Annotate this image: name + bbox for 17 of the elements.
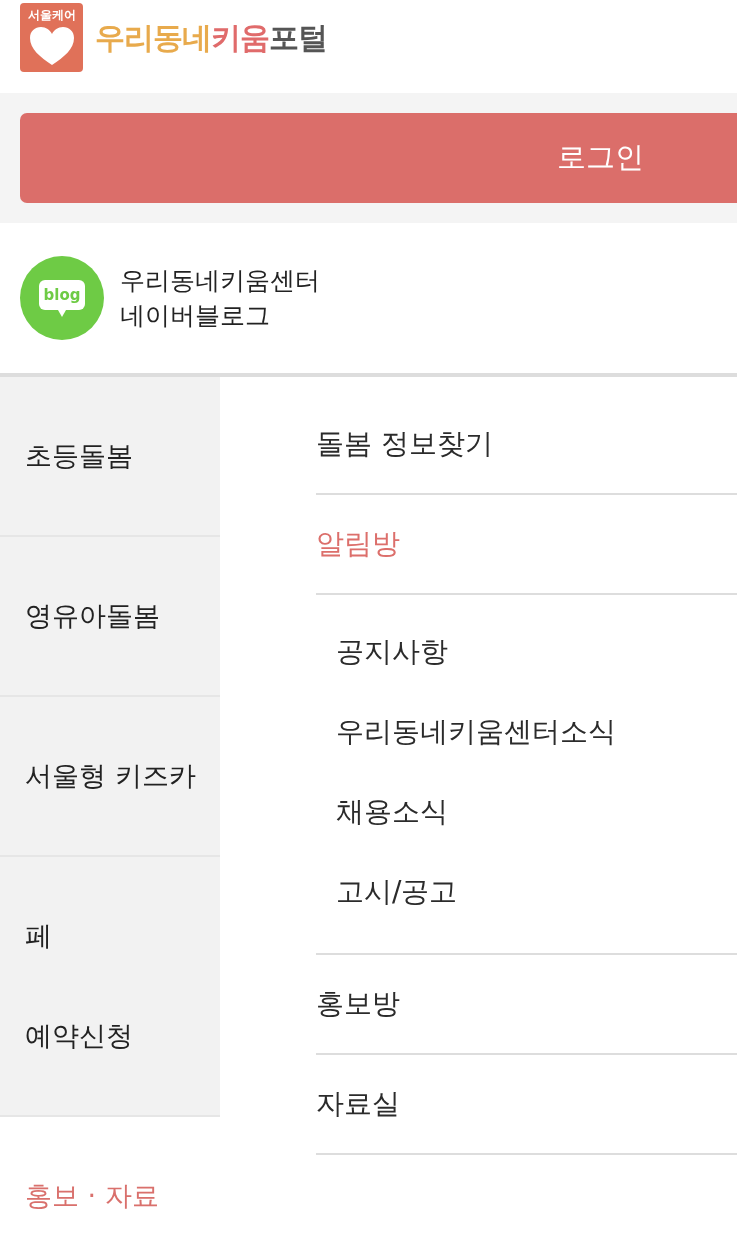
bubble-tail-icon [58,309,66,317]
logo-title[interactable]: 우리동네키움포털 [95,18,327,58]
submenu-link[interactable]: 우리동네키움센터소식 [336,692,737,772]
menu-link[interactable]: 홍보방 [316,955,737,1055]
side-menu-item[interactable]: 영유아돌봄 [0,537,220,697]
heart-icon [29,27,74,65]
menu-link[interactable]: 돌봄 정보찾기 [316,395,737,495]
submenu-link[interactable]: 고시/공고 [336,852,737,932]
submenu-link[interactable]: 채용소식 [336,772,737,852]
side-menu-item[interactable]: 페 예약신청 [0,857,220,1117]
blog-link[interactable]: 우리동네키움센터 네이버블로그 [120,263,320,333]
blog-label: blog [39,279,85,310]
side-menu-item[interactable]: 서울형 키즈카 [0,697,220,857]
submenu-link[interactable]: 공지사항 [336,612,737,692]
side-menu-item[interactable]: 초등돌봄 [0,377,220,537]
logo-caption: 서울케어 [27,8,76,22]
menu-link[interactable]: 자료실 [316,1055,737,1155]
